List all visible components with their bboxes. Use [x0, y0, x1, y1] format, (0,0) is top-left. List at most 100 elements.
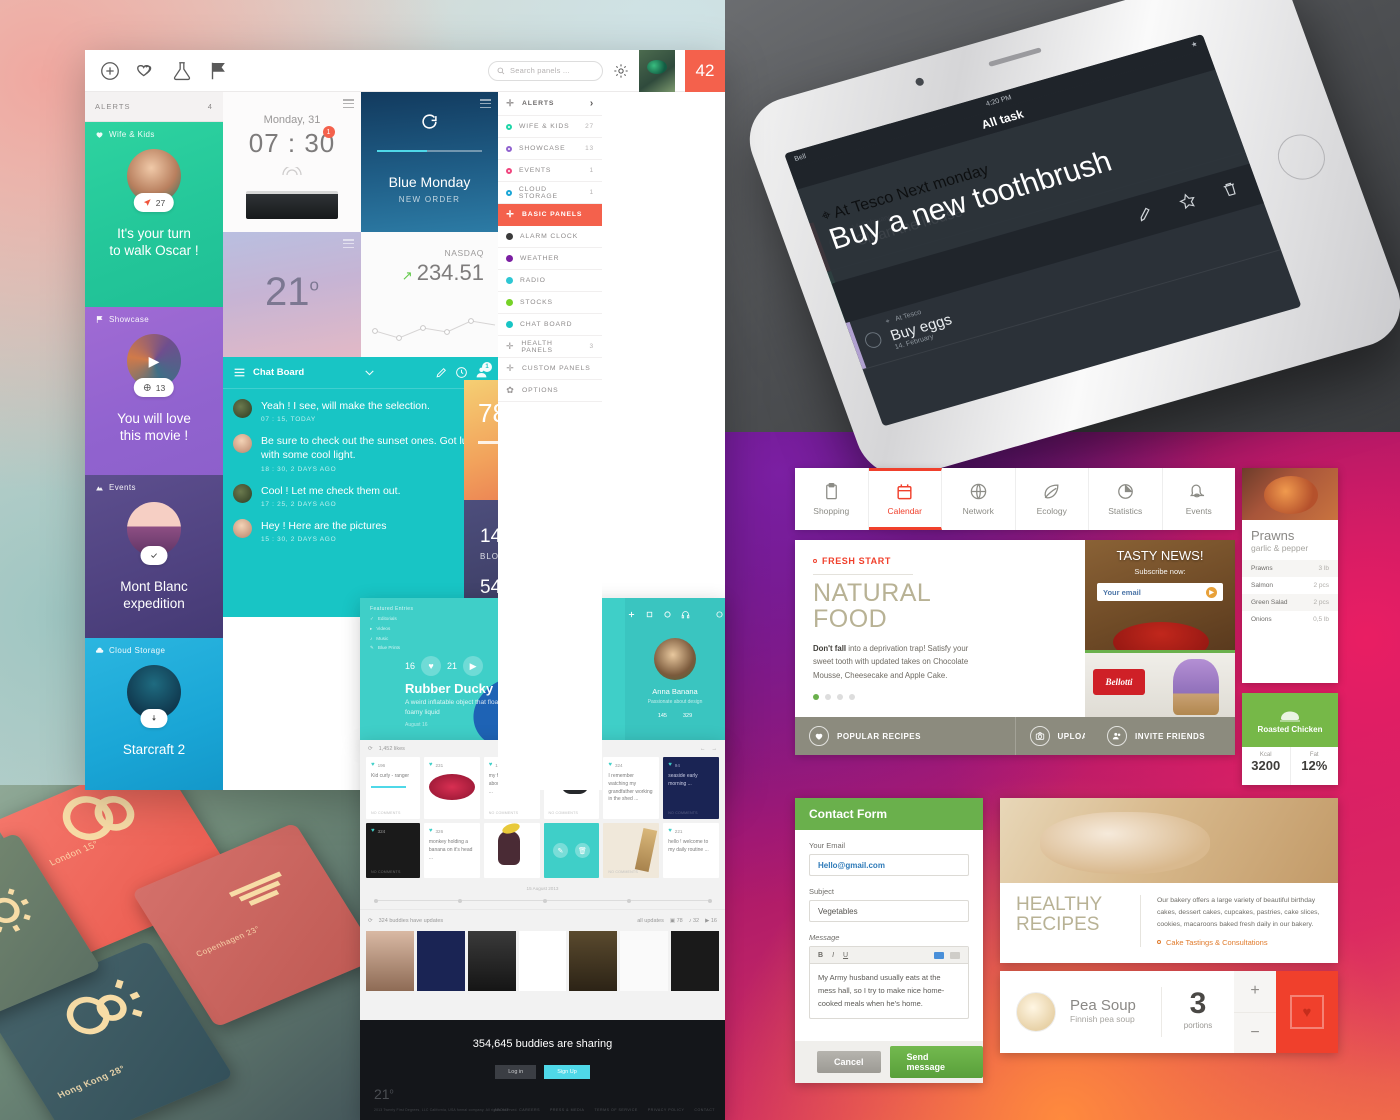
- cancel-button[interactable]: Cancel: [817, 1051, 881, 1073]
- chevron-down-icon[interactable]: [363, 366, 376, 379]
- bold-button[interactable]: B: [818, 952, 823, 959]
- thumb[interactable]: [671, 931, 720, 991]
- hamburger-icon[interactable]: [233, 366, 246, 379]
- menu-item-health-panels[interactable]: ✛ HEALTH PANELS 3: [498, 336, 602, 358]
- add-icon[interactable]: [627, 606, 636, 624]
- menu-item-basic-panels[interactable]: ✛ BASIC PANELS: [498, 204, 602, 226]
- tab-statistics[interactable]: Statistics: [1089, 468, 1163, 530]
- email-field[interactable]: Hello@gmail.com: [809, 854, 969, 876]
- headphones-icon[interactable]: [681, 606, 690, 624]
- alert-pill[interactable]: 27: [133, 193, 175, 212]
- notification-count-badge[interactable]: 42: [685, 50, 725, 92]
- list-item[interactable]: ♥ 231: [423, 757, 480, 819]
- menu-item-alarm-clock[interactable]: ALARM CLOCK: [498, 226, 602, 248]
- menu-item-weather[interactable]: WEATHER: [498, 248, 602, 270]
- all-updates-link[interactable]: all updates: [637, 918, 664, 924]
- increment-button[interactable]: +: [1234, 971, 1276, 1013]
- tab-events[interactable]: Events: [1163, 468, 1236, 530]
- healthy-link[interactable]: Cake Tastings & Consultations: [1157, 938, 1322, 947]
- panel-alarm-clock[interactable]: Monday, 31 07 : 30 1: [223, 92, 361, 232]
- play-icon[interactable]: ▶: [463, 656, 484, 676]
- panel-menu-icon[interactable]: [343, 239, 354, 248]
- footer-link[interactable]: CAREERS: [519, 1108, 540, 1112]
- prev-arrow-icon[interactable]: ←: [700, 746, 706, 752]
- footer-link[interactable]: PRIVACY POLICY: [648, 1108, 685, 1112]
- thumb[interactable]: [569, 931, 618, 991]
- edit-icon[interactable]: ✎: [552, 843, 568, 858]
- alert-pill[interactable]: [140, 546, 168, 565]
- footer-link[interactable]: ABOUT: [494, 1108, 509, 1112]
- list-item[interactable]: ♥ 221 hello ! welcome to my daily routine…: [663, 823, 720, 878]
- arrow-right-icon[interactable]: ▶: [1206, 586, 1217, 598]
- menu-item-alerts[interactable]: ✛ ALERTS ›: [498, 92, 602, 116]
- gear-icon[interactable]: [613, 63, 629, 79]
- chevron-right-icon[interactable]: ›: [590, 98, 594, 109]
- author-avatar[interactable]: [654, 638, 696, 680]
- signup-button[interactable]: Sign Up: [544, 1065, 590, 1079]
- menu-item-events[interactable]: EVENTS 1: [498, 160, 602, 182]
- alert-card-wife-kids[interactable]: Wife & Kids 27 It's your turn to walk Osc…: [85, 122, 223, 307]
- alert-card-cloud-storage[interactable]: Cloud Storage Starcraft 2: [85, 638, 223, 790]
- panel-menu-icon[interactable]: [343, 99, 354, 108]
- tab-calendar[interactable]: Calendar: [868, 468, 942, 530]
- trash-icon[interactable]: 🗑: [574, 843, 590, 858]
- alert-pill[interactable]: [140, 709, 168, 728]
- thumb[interactable]: [620, 931, 669, 991]
- refresh-icon[interactable]: ⟳: [368, 918, 373, 924]
- panel-chat-board[interactable]: Chat Board 1 Yeah ! I see, will make the…: [223, 357, 498, 617]
- italic-button[interactable]: I: [832, 952, 834, 959]
- menu-item-options[interactable]: ✿ OPTIONS: [498, 380, 602, 402]
- underline-button[interactable]: U: [843, 952, 848, 959]
- thumb[interactable]: [416, 931, 465, 991]
- send-message-button[interactable]: Send message: [889, 1046, 983, 1078]
- brand-ad-panel[interactable]: Bellotti: [1085, 650, 1235, 717]
- email-field[interactable]: Your email ▶: [1097, 583, 1223, 601]
- tab-shopping[interactable]: Shopping: [795, 468, 869, 530]
- trash-icon[interactable]: [1218, 178, 1243, 205]
- menu-item-wife-kids[interactable]: WIFE & KIDS 27: [498, 116, 602, 138]
- thumb[interactable]: [366, 931, 414, 991]
- phone-home-button[interactable]: [1271, 129, 1332, 186]
- footer-link[interactable]: PRESS & MEDIA: [550, 1108, 584, 1112]
- list-item[interactable]: ♥ 326 monkey holding a banana on it's hea…: [423, 823, 480, 878]
- panel-weather[interactable]: 21o: [223, 232, 361, 357]
- thumb[interactable]: [467, 931, 516, 991]
- carousel-dots[interactable]: [813, 693, 1067, 700]
- flag-icon[interactable]: [207, 60, 229, 82]
- list-item[interactable]: ✎ 🗑: [543, 823, 600, 878]
- list-item[interactable]: ♥ 94 seaside early morning ... NO COMMENT…: [663, 757, 720, 819]
- footer-link[interactable]: CONTACT: [694, 1108, 715, 1112]
- alert-card-events[interactable]: Events Mont Blanc expedition: [85, 475, 223, 638]
- invite-friends-button[interactable]: INVITE FRIENDS: [1085, 717, 1235, 755]
- prawns-recipe-card[interactable]: Prawns garlic & pepper Prawns 3 lb Salmo…: [1242, 468, 1338, 683]
- subject-field[interactable]: Vegetables: [809, 900, 969, 922]
- list-item[interactable]: [483, 821, 540, 878]
- audio-progress[interactable]: [371, 785, 407, 788]
- decrement-button[interactable]: −: [1234, 1013, 1276, 1054]
- color-swatch-blue[interactable]: [934, 951, 944, 959]
- menu-item-cloud-storage[interactable]: CLOUD STORAGE 1: [498, 182, 602, 204]
- lab-icon[interactable]: [171, 60, 193, 82]
- crop-icon[interactable]: [645, 606, 654, 624]
- edit-icon[interactable]: [1133, 202, 1158, 229]
- tab-ecology[interactable]: Ecology: [1016, 468, 1089, 530]
- list-item[interactable]: ♥ 196 Kid curly - ranger NO COMMENTS: [366, 757, 420, 819]
- list-item[interactable]: NO COMMENTS: [603, 823, 660, 878]
- add-icon[interactable]: [99, 60, 121, 82]
- alert-card-showcase[interactable]: Showcase ▶ 13 You will love this movie !: [85, 307, 223, 475]
- menu-item-radio[interactable]: RADIO: [498, 270, 602, 292]
- color-swatch-grey[interactable]: [950, 951, 960, 959]
- user-avatar[interactable]: [639, 50, 675, 92]
- list-item[interactable]: ♥ 324 I remember watching my grandfather …: [603, 757, 660, 819]
- menu-item-custom-panels[interactable]: ✛ CUSTOM PANELS: [498, 358, 602, 380]
- edit-icon[interactable]: [435, 366, 448, 379]
- menu-item-chat-board[interactable]: CHAT BOARD: [498, 314, 602, 336]
- message-editor[interactable]: B I U My Army husband usually eats at th…: [809, 946, 969, 1020]
- roasted-chicken-card[interactable]: Roasted Chicken Kcal 3200 Fat 12%: [1242, 693, 1338, 785]
- popular-recipes-button[interactable]: POPULAR RECIPES: [795, 717, 1016, 755]
- search-input[interactable]: Search panels ...: [488, 60, 603, 81]
- task-checkbox[interactable]: [862, 329, 884, 350]
- refresh-icon[interactable]: ⟳: [368, 746, 373, 752]
- record-icon[interactable]: [663, 606, 672, 624]
- thumb[interactable]: [518, 931, 567, 991]
